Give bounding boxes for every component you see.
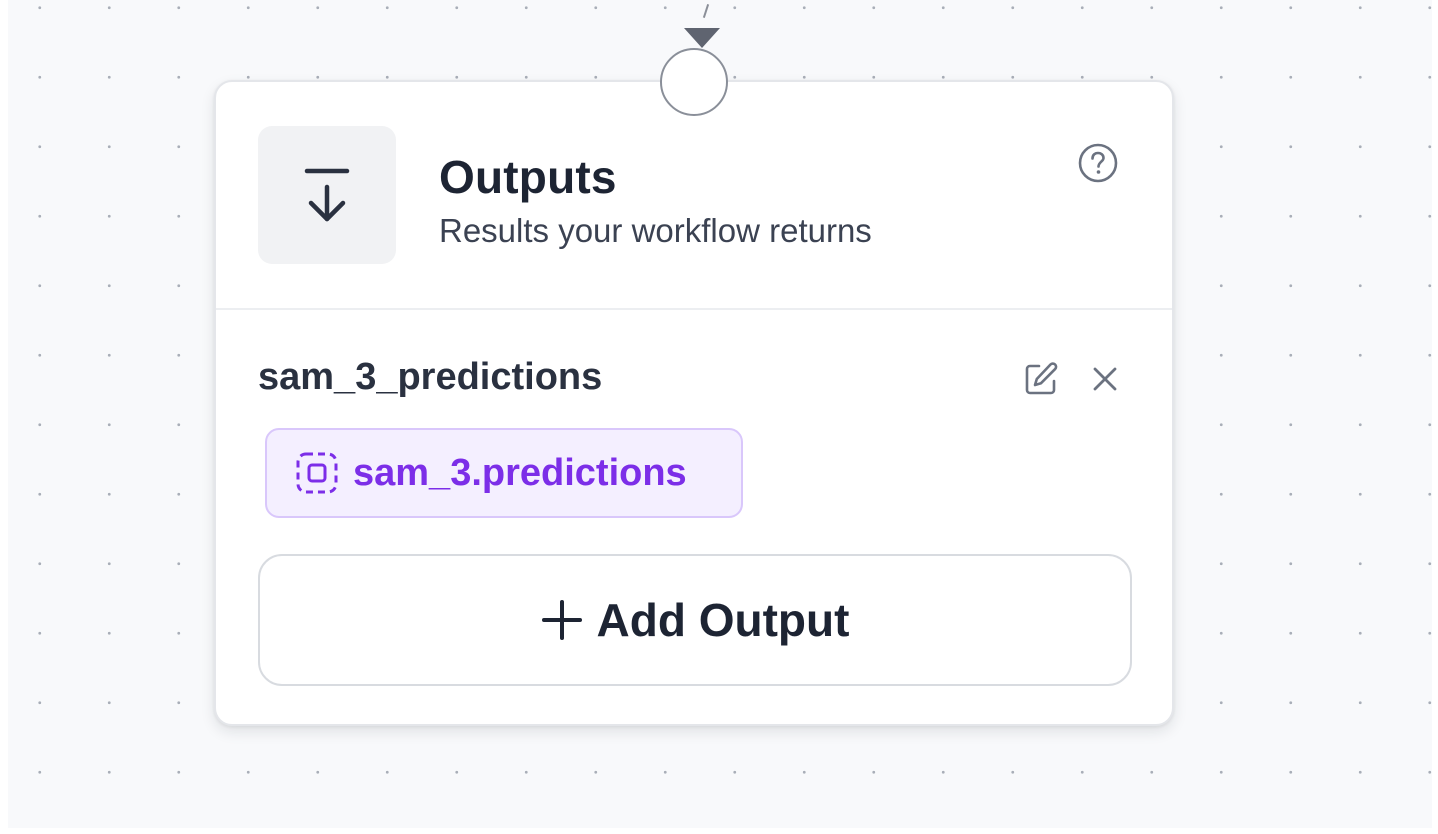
output-selector-chip[interactable]: sam_3.predictions [265, 428, 743, 518]
input-handle[interactable] [660, 48, 728, 116]
node-header: Outputs Results your workflow returns [216, 82, 1172, 310]
edit-icon[interactable] [1022, 360, 1060, 398]
edge-arrow-icon [684, 28, 720, 48]
outputs-node[interactable]: Outputs Results your workflow returns sa… [214, 80, 1174, 726]
incoming-edge [702, 4, 710, 18]
plus-icon [541, 600, 582, 640]
output-name: sam_3_predictions [258, 356, 603, 398]
output-selector-label: sam_3.predictions [353, 451, 687, 494]
node-title: Outputs [439, 151, 617, 203]
node-subtitle: Results your workflow returns [439, 212, 872, 249]
add-output-label: Add Output [596, 594, 850, 646]
close-icon[interactable] [1088, 362, 1122, 396]
help-circle-icon[interactable] [1077, 142, 1119, 184]
dashed-selector-icon [296, 452, 338, 494]
download-arrow-icon [304, 168, 350, 222]
add-output-button[interactable]: Add Output [258, 554, 1132, 686]
node-icon-box [258, 126, 396, 264]
